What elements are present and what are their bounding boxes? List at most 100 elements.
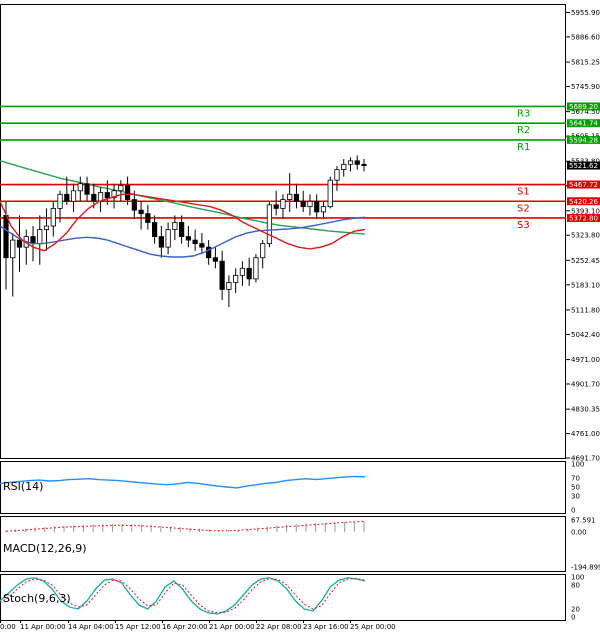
candle-body-bullish: [320, 206, 327, 213]
level-price-tag-text: 5594.28: [569, 136, 598, 144]
level-label-r3: R3: [517, 108, 530, 119]
level-price-tag-text: 5689.20: [569, 103, 598, 111]
time-tick-label: 25 Apr 00:00: [350, 623, 396, 631]
macd-label: MACD(12,26,9): [3, 542, 87, 555]
price-tick-label: 4971.00: [571, 356, 600, 364]
price-tick-label: 5955.90: [571, 9, 600, 17]
candle-body-bullish: [172, 222, 178, 230]
rsi-tick-label: 100: [571, 461, 584, 469]
price-tick-label: 5042.40: [571, 331, 600, 339]
candle-body-bearish: [104, 192, 110, 199]
price-tick-label: 5745.90: [571, 83, 600, 91]
candle-body-bullish: [260, 243, 266, 259]
candle-body-bearish: [158, 236, 164, 248]
level-label-s1: S1: [517, 187, 530, 198]
price-tick-label: 4761.00: [571, 430, 600, 438]
price-tick-label: 5815.25: [571, 59, 600, 67]
stoch-tick-label: 0: [571, 614, 575, 622]
level-label-r1: R1: [517, 142, 530, 153]
candle-body-bullish: [280, 199, 286, 209]
candle-body-bullish: [239, 267, 246, 276]
price-tick-label: 5886.60: [571, 33, 600, 41]
level-label-s2: S2: [517, 203, 530, 214]
time-tick-label: 21 Apr 00:00: [209, 623, 255, 631]
candle-body-bearish: [219, 260, 225, 290]
candle-body-bearish: [273, 204, 279, 209]
time-tick-label: 15 Apr 12:00: [115, 623, 161, 631]
candle: [327, 176, 333, 209]
stoch-tick-label: 20: [571, 606, 580, 614]
time-tick-label: 0:00: [0, 623, 16, 631]
candle-body-bullish: [43, 225, 50, 230]
level-price-tag-text: 5420.26: [569, 198, 598, 206]
candle-body-bearish: [354, 160, 360, 165]
rsi-tick-label: 30: [571, 493, 580, 501]
candle-body-bullish: [266, 204, 273, 245]
candle-body-bearish: [152, 222, 158, 237]
candle-body-bearish: [124, 185, 131, 200]
candle-body-bullish: [226, 281, 232, 290]
rsi-tick-label: 50: [571, 484, 580, 492]
rsi-label: RSI(14): [3, 480, 43, 493]
candle-body-bearish: [300, 200, 306, 208]
candle-body-bullish: [57, 193, 63, 209]
candle-body-bullish: [233, 274, 239, 283]
stoch-tick-label: 100: [571, 574, 584, 582]
candle-body-bullish: [37, 229, 43, 245]
time-tick-label: 22 Apr 08:00: [256, 623, 302, 631]
candle-body-bearish: [361, 163, 367, 166]
current-price-tag-text: 5521.62: [569, 162, 598, 170]
time-tick-label: 11 Apr 00:00: [20, 623, 66, 631]
candle: [253, 254, 259, 283]
stoch-label: Stoch(9,6,3): [3, 592, 71, 605]
candle-body-bullish: [347, 160, 354, 165]
candle-body-bullish: [77, 183, 83, 192]
candle-body-bullish: [165, 229, 171, 248]
candle-body-bearish: [179, 222, 185, 237]
price-tick-label: 4901.70: [571, 380, 600, 388]
chart-canvas: 5955.905886.605815.255745.905674.505605.…: [0, 0, 600, 634]
candle-body-bullish: [70, 190, 77, 202]
candle-body-bullish: [334, 169, 340, 181]
candle-body-bullish: [327, 179, 333, 208]
time-tick-label: 14 Apr 04:00: [68, 623, 114, 631]
level-price-tag-text: 5641.74: [569, 120, 598, 128]
macd-tick-label: -194.899: [571, 564, 600, 572]
candle-body-bullish: [118, 185, 124, 192]
candle-body-bearish: [64, 193, 70, 202]
stoch-tick-label: 80: [571, 582, 580, 590]
macd-tick-label: 0.00: [571, 529, 587, 537]
candle-body-bullish: [341, 163, 347, 171]
candle-body-bearish: [3, 215, 9, 259]
candle-body-bearish: [199, 243, 205, 248]
price-tick-label: 5111.80: [571, 306, 600, 314]
level-label-s3: S3: [517, 220, 530, 231]
chart-background: [0, 0, 600, 634]
candle-body-bearish: [185, 236, 191, 241]
time-tick-label: 23 Apr 16:00: [303, 623, 349, 631]
price-tick-label: 4830.35: [571, 406, 600, 414]
candle: [266, 201, 273, 248]
candle-body-bearish: [91, 193, 97, 202]
rsi-tick-label: 70: [571, 474, 580, 482]
candle-body-bearish: [30, 236, 36, 245]
rsi-tick-label: 0: [571, 507, 575, 515]
candle-body-bearish: [293, 193, 300, 202]
candle-body-bearish: [192, 239, 198, 245]
candle-body-bullish: [253, 257, 259, 280]
level-price-tag-text: 5372.80: [569, 214, 598, 222]
candle-body-bearish: [16, 239, 23, 248]
candle-body-bearish: [212, 257, 218, 262]
price-tick-label: 5323.80: [571, 232, 600, 240]
level-label-r2: R2: [517, 125, 530, 136]
candle-body-bearish: [145, 213, 151, 223]
candle-body-bullish: [307, 200, 313, 208]
level-price-tag-text: 5467.72: [569, 181, 598, 189]
candle-body-bullish: [50, 207, 56, 227]
candle-body-bearish: [84, 183, 90, 195]
price-tick-label: 5252.45: [571, 257, 600, 265]
candle-body-bullish: [10, 239, 16, 259]
candle-body-bullish: [287, 193, 293, 200]
candle-body-bearish: [314, 200, 320, 213]
price-tick-label: 5183.10: [571, 281, 600, 289]
